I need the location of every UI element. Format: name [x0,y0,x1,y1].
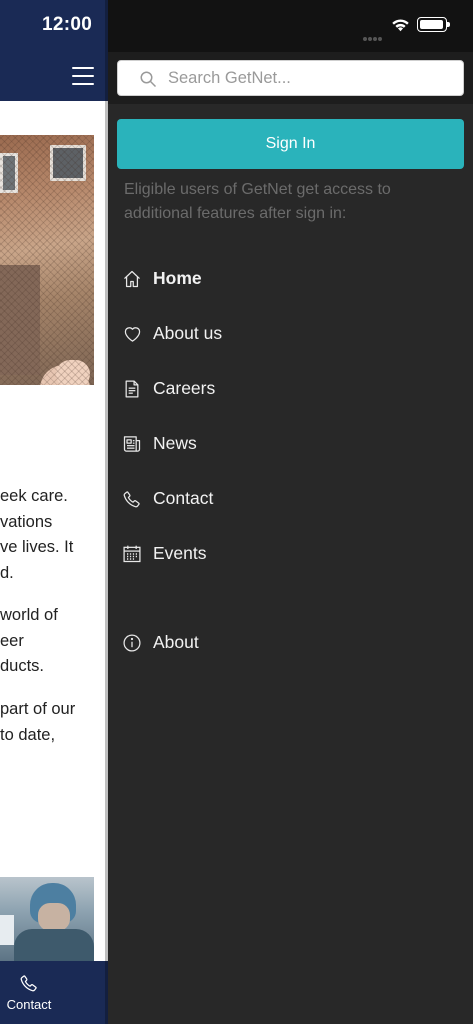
text-line: vations [0,512,53,531]
phone-icon [123,491,140,508]
nav-item-careers[interactable]: Careers [108,367,473,411]
text-line: to date, [0,725,56,744]
tab-contact[interactable]: Contact [0,961,58,1024]
text-line: world of [0,606,58,624]
newspaper-icon [123,436,141,452]
document-icon [125,380,139,398]
body-paragraph-2: world of eer ducts. [0,603,108,680]
app-status-bar: 12:00 [0,0,108,52]
nav-item-label: Careers [153,378,216,398]
navigation-drawer: Sign In Eligible users of GetNet get acc… [108,0,473,1024]
nav-item-label: About [153,632,199,652]
nav-item-about[interactable]: About [108,621,473,665]
wifi-icon [392,19,409,32]
status-time: 12:00 [42,14,93,35]
nav-item-label: Home [153,268,202,288]
search-icon [140,71,157,88]
search-box[interactable] [117,60,464,96]
sign-in-hint: Eligible users of GetNet get access to a… [124,181,391,222]
nav-item-news[interactable]: News [108,422,473,466]
nav-item-contact[interactable]: Contact [108,477,473,521]
info-icon [123,634,141,652]
nav-item-events[interactable]: Events [108,532,473,576]
bottom-tab-bar: Contact [0,961,108,1024]
search-input[interactable] [168,62,448,94]
text-line: part of our [0,700,76,718]
system-status-bar [108,0,473,52]
nav-item-home[interactable]: Home [108,257,473,301]
background-page: 12:00 eek care. vations ve lives. It d. … [0,0,108,1024]
nav-item-label: About us [153,323,223,343]
body-paragraph-3: part of our to date, [0,697,108,748]
sign-in-button[interactable]: Sign In [117,119,464,169]
menu-icon[interactable] [72,67,94,85]
nav-item-label: Events [153,543,207,563]
nav-item-label: News [153,433,197,453]
cellular-signal-icon [363,28,383,46]
text-line: ve lives. It [0,538,74,557]
hero-image [0,135,94,385]
search-bar [108,52,473,104]
text-line: eek care. [0,487,68,505]
text-line: d. [0,564,14,583]
nav-item-about-us[interactable]: About us [108,312,473,356]
app-header [0,52,108,101]
body-paragraph-1: eek care. vations ve lives. It d. [0,484,108,587]
calendar-icon [123,545,141,563]
battery-icon [417,17,450,32]
heart-icon [124,327,141,342]
nav-item-label: Contact [153,488,214,508]
text-line: ducts. [0,657,45,676]
home-icon [124,270,140,288]
phone-icon [20,975,37,992]
tab-contact-label: Contact [6,997,52,1012]
text-line: eer [0,631,24,650]
surgery-image [0,877,94,961]
